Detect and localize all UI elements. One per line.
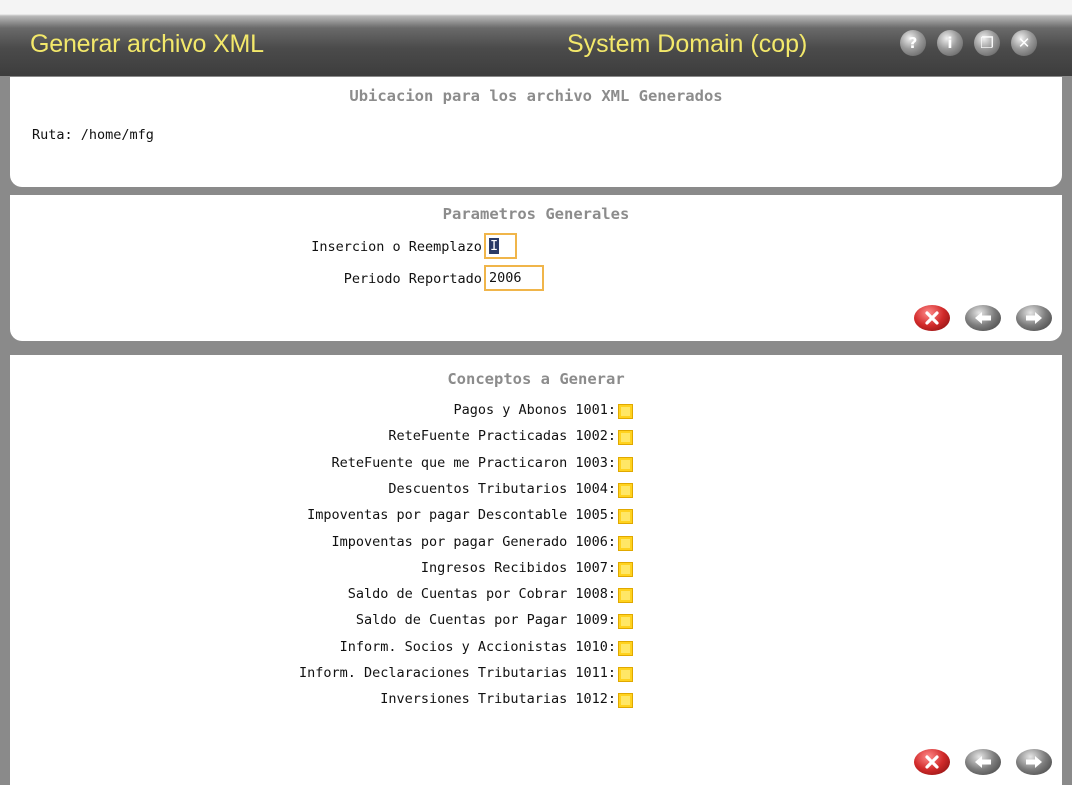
concept-label: ReteFuente Practicadas 1002:: [388, 428, 616, 445]
x-icon: [925, 311, 939, 325]
periodo-input[interactable]: 2006: [484, 265, 544, 291]
concept-checkbox[interactable]: [618, 482, 633, 498]
concept-label: ReteFuente que me Practicaron 1003:: [331, 454, 616, 471]
arrow-right-icon: [1026, 312, 1042, 324]
concept-checkbox[interactable]: [618, 640, 633, 656]
window-title: Generar archivo XML: [30, 30, 264, 58]
concept-checkbox[interactable]: [618, 588, 633, 604]
concept-checkbox[interactable]: [618, 430, 633, 446]
concept-checkbox[interactable]: [618, 693, 633, 709]
title-bar: Generar archivo XML System Domain (cop) …: [0, 0, 1072, 76]
arrow-left-icon: [975, 312, 991, 324]
concept-label: Ingresos Recibidos 1007:: [420, 559, 616, 576]
concept-checkbox[interactable]: [618, 404, 633, 419]
location-title: Ubicacion para los archivo XML Generados: [349, 87, 723, 105]
concept-label: Pagos y Abonos 1001:: [453, 402, 616, 418]
ruta-path: Ruta: /home/mfg: [32, 127, 154, 143]
back-button[interactable]: [965, 305, 1001, 331]
concept-label: Saldo de Cuentas por Pagar 1009:: [355, 612, 616, 629]
insercion-input[interactable]: I: [484, 233, 517, 259]
cancel-button-bottom[interactable]: [914, 749, 950, 775]
concept-checkbox[interactable]: [618, 509, 633, 525]
concept-checkbox[interactable]: [618, 561, 633, 577]
concept-checkbox[interactable]: [618, 456, 633, 472]
location-panel: Ubicacion para los archivo XML Generados…: [10, 77, 1062, 187]
back-button-bottom[interactable]: [965, 749, 1001, 775]
concept-checkbox[interactable]: [618, 667, 633, 682]
arrow-right-icon: [1026, 756, 1042, 768]
arrow-left-icon: [975, 756, 991, 768]
parametros-panel: Parametros Generales Insercion o Reempla…: [10, 195, 1062, 341]
concept-label: Impoventas por pagar Generado 1006:: [331, 533, 616, 550]
parametros-title: Parametros Generales: [442, 205, 630, 223]
concept-label: Impoventas por pagar Descontable 1005:: [307, 507, 616, 524]
restore-icon[interactable]: ❐: [974, 30, 1000, 56]
info-icon[interactable]: i: [937, 30, 963, 56]
concept-label: Inform. Socios y Accionistas 1010:: [339, 638, 616, 655]
concept-label: Inform. Declaraciones Tributarias 1011:: [299, 665, 616, 681]
concept-checkbox[interactable]: [618, 535, 633, 551]
conceptos-title: Conceptos a Generar: [447, 370, 625, 388]
next-button[interactable]: [1016, 305, 1052, 331]
conceptos-panel: Conceptos a Generar Pagos y Abonos 1001:…: [10, 355, 1062, 785]
next-button-bottom[interactable]: [1016, 749, 1052, 775]
concept-checkbox[interactable]: [618, 614, 633, 630]
x-icon: [925, 755, 939, 769]
periodo-label: Periodo Reportado:: [343, 271, 490, 287]
help-icon[interactable]: ?: [900, 30, 926, 56]
concept-label: Saldo de Cuentas por Cobrar 1008:: [347, 586, 616, 603]
concept-label: Descuentos Tributarios 1004:: [388, 480, 616, 497]
cancel-button[interactable]: [914, 305, 950, 331]
system-domain: System Domain (cop): [567, 30, 808, 58]
concept-label: Inversiones Tributarias 1012:: [380, 691, 616, 708]
insercion-label: Insercion o Reemplazo:: [311, 239, 490, 255]
close-icon[interactable]: ✕: [1011, 30, 1037, 56]
